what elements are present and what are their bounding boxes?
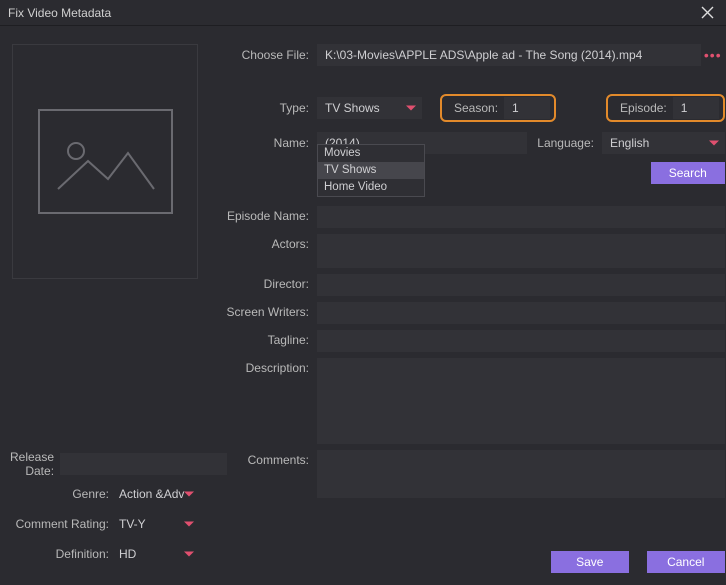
close-icon <box>701 6 714 19</box>
choose-file-label: Choose File: <box>222 48 317 62</box>
description-input[interactable] <box>317 358 725 444</box>
definition-select[interactable]: HD <box>115 543 200 565</box>
genre-select[interactable]: Action &Adv <box>115 483 200 505</box>
browse-file-button[interactable]: ••• <box>701 47 725 63</box>
type-option-movies[interactable]: Movies <box>318 145 424 162</box>
description-label: Description: <box>222 358 317 375</box>
type-label: Type: <box>222 101 317 115</box>
director-input[interactable] <box>317 274 725 296</box>
release-date-input[interactable] <box>60 453 227 475</box>
ellipsis-icon: ••• <box>704 47 722 63</box>
type-value: TV Shows <box>325 101 380 115</box>
cancel-button[interactable]: Cancel <box>647 551 725 573</box>
thumbnail-frame <box>12 44 198 279</box>
save-button[interactable]: Save <box>551 551 629 573</box>
chevron-down-icon <box>184 492 194 497</box>
genre-value: Action &Adv <box>119 487 184 501</box>
tagline-input[interactable] <box>317 330 725 352</box>
language-label: Language: <box>527 136 602 150</box>
comment-rating-value: TV-Y <box>119 517 146 531</box>
comment-rating-select[interactable]: TV-Y <box>115 513 200 535</box>
name-label: Name: <box>222 136 317 150</box>
language-value: English <box>610 136 649 150</box>
release-date-label: Release Date: <box>10 450 60 478</box>
definition-value: HD <box>119 547 136 561</box>
language-select[interactable]: English <box>602 132 725 154</box>
season-block: Season: <box>440 94 556 122</box>
season-input[interactable] <box>504 97 550 119</box>
window-title: Fix Video Metadata <box>8 6 111 20</box>
episode-block: Episode: <box>606 94 725 122</box>
tagline-label: Tagline: <box>222 330 317 347</box>
title-bar: Fix Video Metadata <box>0 0 726 26</box>
right-panel: Choose File: ••• Type: TV Shows Season: … <box>210 26 726 585</box>
type-option-home-video[interactable]: Home Video <box>318 179 424 196</box>
episode-name-input[interactable] <box>317 206 725 228</box>
type-select[interactable]: TV Shows <box>317 97 422 119</box>
comment-rating-label: Comment Rating: <box>10 517 115 531</box>
episode-label: Episode: <box>612 101 673 115</box>
close-button[interactable] <box>694 0 720 26</box>
comments-label: Comments: <box>222 450 317 467</box>
definition-label: Definition: <box>10 547 115 561</box>
actors-label: Actors: <box>222 234 317 251</box>
actors-input[interactable] <box>317 234 725 268</box>
type-dropdown: Movies TV Shows Home Video <box>317 144 425 197</box>
choose-file-input[interactable] <box>317 44 701 66</box>
episode-name-label: Episode Name: <box>222 206 317 223</box>
chevron-down-icon <box>184 522 194 527</box>
left-panel: Release Date: Genre: Action &Adv Comment… <box>0 26 210 585</box>
season-label: Season: <box>446 101 504 115</box>
chevron-down-icon <box>709 141 719 146</box>
image-placeholder-icon <box>50 127 160 197</box>
comments-input[interactable] <box>317 450 725 498</box>
genre-label: Genre: <box>10 487 115 501</box>
chevron-down-icon <box>184 552 194 557</box>
search-button[interactable]: Search <box>651 162 725 184</box>
director-label: Director: <box>222 274 317 291</box>
chevron-down-icon <box>406 106 416 111</box>
thumbnail-placeholder <box>38 109 173 214</box>
screen-writers-label: Screen Writers: <box>222 302 317 319</box>
type-option-tv-shows[interactable]: TV Shows <box>318 162 424 179</box>
episode-input[interactable] <box>673 97 719 119</box>
screen-writers-input[interactable] <box>317 302 725 324</box>
